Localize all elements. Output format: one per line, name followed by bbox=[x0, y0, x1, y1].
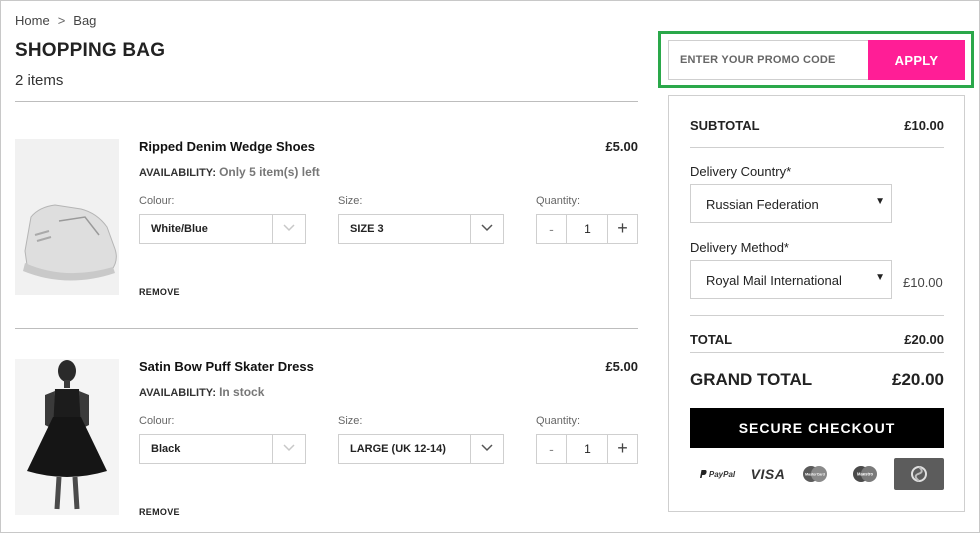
availability-label: AVAILABILITY: bbox=[139, 167, 216, 179]
colour-select[interactable]: White/Blue bbox=[139, 214, 306, 244]
size-value: LARGE (UK 12-14) bbox=[350, 443, 446, 455]
subtotal-label: SUBTOTAL bbox=[690, 118, 760, 133]
colour-select[interactable]: Black bbox=[139, 434, 306, 464]
mastercard-icon: MasterCard bbox=[800, 458, 830, 490]
secure-checkout-button[interactable]: SECURE CHECKOUT bbox=[690, 408, 944, 448]
size-label: Size: bbox=[338, 195, 363, 207]
breadcrumb-current: Bag bbox=[73, 13, 97, 28]
payment-methods: PayPal VISA MasterCard Maestro bbox=[690, 458, 944, 490]
grand-total-value: £20.00 bbox=[892, 370, 944, 389]
colour-value: White/Blue bbox=[151, 223, 208, 235]
quantity-value[interactable]: 1 bbox=[567, 435, 608, 463]
availability-value: Only 5 item(s) left bbox=[219, 165, 320, 179]
colour-label: Colour: bbox=[139, 195, 175, 207]
total-label: TOTAL bbox=[690, 332, 733, 347]
product-image[interactable] bbox=[15, 139, 119, 295]
divider bbox=[15, 101, 638, 102]
chevron-down-icon bbox=[272, 435, 305, 463]
product-image[interactable] bbox=[15, 359, 119, 515]
quantity-label: Quantity: bbox=[536, 195, 581, 207]
quantity-label: Quantity: bbox=[536, 415, 581, 427]
grand-total-row: GRAND TOTAL £20.00 bbox=[690, 370, 944, 390]
size-label: Size: bbox=[338, 415, 363, 427]
promo-code-input[interactable] bbox=[668, 40, 869, 80]
delivery-method-label: Delivery Method* bbox=[690, 240, 789, 255]
caret-down-icon: ▼ bbox=[875, 196, 885, 207]
delivery-country-label: Delivery Country* bbox=[690, 164, 792, 179]
chevron-down-icon bbox=[470, 215, 503, 243]
bag-item: Satin Bow Puff Skater Dress £5.00 AVAILA… bbox=[15, 359, 638, 529]
svg-text:MasterCard: MasterCard bbox=[805, 473, 825, 477]
delivery-country-select[interactable]: Russian Federation ▼ bbox=[690, 184, 892, 223]
availability: AVAILABILITY: Only 5 item(s) left bbox=[139, 165, 320, 179]
quantity-stepper: - 1 + bbox=[536, 434, 638, 464]
visa-icon: VISA bbox=[750, 466, 786, 482]
quantity-value[interactable]: 1 bbox=[567, 215, 608, 243]
delivery-method-value: Royal Mail International bbox=[706, 273, 842, 288]
promo-code-box: APPLY bbox=[658, 31, 974, 88]
total-value: £20.00 bbox=[904, 332, 944, 347]
size-select[interactable]: SIZE 3 bbox=[338, 214, 504, 244]
page-title: SHOPPING BAG bbox=[15, 40, 166, 61]
grand-total-label: GRAND TOTAL bbox=[690, 370, 813, 389]
secure-icon bbox=[894, 458, 944, 490]
quantity-decrease-button[interactable]: - bbox=[537, 215, 567, 243]
colour-label: Colour: bbox=[139, 415, 175, 427]
chevron-down-icon bbox=[272, 215, 305, 243]
apply-promo-button[interactable]: APPLY bbox=[868, 40, 965, 80]
paypal-icon: PayPal bbox=[698, 458, 736, 490]
items-count: 2 items bbox=[15, 72, 64, 89]
product-price: £5.00 bbox=[605, 359, 638, 374]
divider bbox=[690, 352, 944, 353]
subtotal-value: £10.00 bbox=[904, 118, 944, 133]
availability-label: AVAILABILITY: bbox=[139, 387, 216, 399]
size-select[interactable]: LARGE (UK 12-14) bbox=[338, 434, 504, 464]
breadcrumb-separator: > bbox=[57, 13, 66, 28]
divider bbox=[15, 328, 638, 329]
colour-value: Black bbox=[151, 443, 181, 455]
total-row: TOTAL £20.00 bbox=[690, 332, 944, 347]
breadcrumb-home[interactable]: Home bbox=[15, 13, 50, 28]
size-value: SIZE 3 bbox=[350, 223, 384, 235]
product-price: £5.00 bbox=[605, 139, 638, 154]
remove-button[interactable]: REMOVE bbox=[139, 287, 180, 297]
quantity-stepper: - 1 + bbox=[536, 214, 638, 244]
bag-item: Ripped Denim Wedge Shoes £5.00 AVAILABIL… bbox=[15, 139, 638, 309]
divider bbox=[690, 315, 944, 316]
quantity-increase-button[interactable]: + bbox=[607, 435, 637, 463]
subtotal-row: SUBTOTAL £10.00 bbox=[690, 118, 944, 133]
order-summary: SUBTOTAL £10.00 Delivery Country* Russia… bbox=[668, 95, 965, 512]
chevron-down-icon bbox=[470, 435, 503, 463]
delivery-price: £10.00 bbox=[903, 275, 943, 290]
product-name[interactable]: Ripped Denim Wedge Shoes bbox=[139, 139, 315, 154]
svg-text:Maestro: Maestro bbox=[857, 472, 873, 477]
product-name[interactable]: Satin Bow Puff Skater Dress bbox=[139, 359, 314, 374]
availability: AVAILABILITY: In stock bbox=[139, 385, 264, 399]
breadcrumb: Home > Bag bbox=[15, 13, 96, 28]
maestro-icon: Maestro bbox=[850, 458, 880, 490]
remove-button[interactable]: REMOVE bbox=[139, 507, 180, 517]
quantity-increase-button[interactable]: + bbox=[607, 215, 637, 243]
availability-value: In stock bbox=[219, 385, 265, 399]
caret-down-icon: ▼ bbox=[875, 272, 885, 283]
delivery-method-select[interactable]: Royal Mail International ▼ bbox=[690, 260, 892, 299]
quantity-decrease-button[interactable]: - bbox=[537, 435, 567, 463]
delivery-country-value: Russian Federation bbox=[706, 197, 819, 212]
divider bbox=[690, 147, 944, 148]
